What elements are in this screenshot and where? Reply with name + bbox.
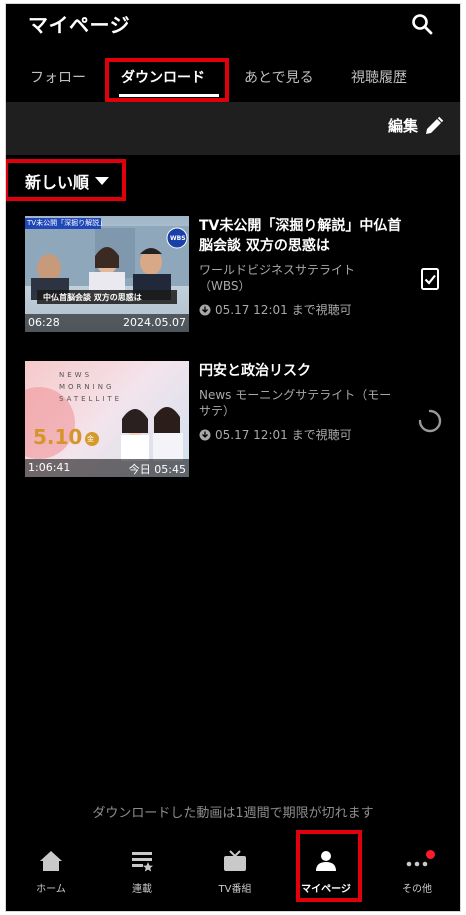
bottom-nav: ホーム 連載 TV番組 マイページ その他 bbox=[6, 840, 460, 911]
notification-badge bbox=[426, 850, 435, 859]
thumbnail-info-bar: 1:06:41 今日 05:45 bbox=[25, 459, 189, 477]
nav-mypage[interactable]: マイページ bbox=[286, 850, 366, 895]
video-thumbnail: TV未公開「深掘り解説」 WBS 中仏首脳会談 双方の思惑は 06:28 202… bbox=[25, 216, 189, 332]
video-duration: 1:06:41 bbox=[28, 461, 71, 474]
app-screen: マイページ フォロー ダウンロード あとで見る 視聴履歴 編集 新しい順 TV未… bbox=[5, 3, 461, 912]
thumbnail-info-bar: 06:28 2024.05.07 bbox=[25, 314, 189, 332]
tv-icon bbox=[224, 850, 246, 871]
video-thumbnail: NEWS MORNING SATELLITE 5.10 金 1:06:41 今日… bbox=[25, 361, 189, 477]
tab-history[interactable]: 視聴履歴 bbox=[351, 67, 407, 87]
expiry-info: 05.17 12:01 まで視聴可 bbox=[199, 426, 352, 443]
person-icon bbox=[316, 851, 336, 871]
nav-label: その他 bbox=[402, 884, 432, 895]
channel-name: ワールドビジネスサテライト（WBS） bbox=[199, 263, 356, 293]
thumbnail-news-line: SATELLITE bbox=[59, 395, 123, 403]
video-title: TV未公開「深掘り解説」中仏首脳会談 双方の思惑は bbox=[199, 218, 402, 254]
thumbnail-caption: 中仏首脳会談 双方の思惑は bbox=[43, 293, 142, 302]
tab-bar: フォロー ダウンロード あとで見る 視聴履歴 bbox=[6, 58, 460, 102]
channel-name: News モーニングサテライト（モーサテ） bbox=[199, 388, 392, 418]
thumbnail-news-line: NEWS bbox=[59, 371, 93, 379]
header: マイページ bbox=[6, 4, 460, 44]
caret-down-icon bbox=[95, 177, 110, 185]
active-tab-indicator bbox=[119, 94, 219, 97]
nav-label: TV番組 bbox=[218, 884, 252, 895]
pencil-icon bbox=[426, 116, 444, 134]
nav-tv[interactable]: TV番組 bbox=[195, 850, 275, 895]
download-item[interactable]: NEWS MORNING SATELLITE 5.10 金 1:06:41 今日… bbox=[25, 361, 445, 479]
search-icon[interactable] bbox=[410, 12, 434, 36]
downloaded-check-icon[interactable] bbox=[421, 268, 439, 290]
nav-home[interactable]: ホーム bbox=[11, 850, 91, 895]
nav-more[interactable]: その他 bbox=[377, 850, 457, 895]
download-arrow-icon bbox=[199, 304, 211, 315]
expiry-notice: ダウンロードした動画は1週間で期限が切れます bbox=[92, 806, 374, 821]
nav-label: ホーム bbox=[36, 884, 66, 895]
edit-bar: 編集 bbox=[6, 102, 460, 155]
download-arrow-icon bbox=[199, 429, 211, 440]
thumbnail-date: 5.10 bbox=[33, 425, 83, 449]
download-item[interactable]: TV未公開「深掘り解説」 WBS 中仏首脳会談 双方の思惑は 06:28 202… bbox=[25, 216, 445, 334]
home-icon bbox=[40, 851, 62, 871]
loading-spinner-icon[interactable] bbox=[418, 409, 442, 433]
tab-follow[interactable]: フォロー bbox=[30, 67, 86, 87]
video-date: 今日 05:45 bbox=[128, 463, 186, 476]
video-date: 2024.05.07 bbox=[123, 316, 186, 329]
video-duration: 06:28 bbox=[28, 316, 60, 329]
thumbnail-logo: WBS bbox=[170, 235, 186, 242]
tab-watch-later[interactable]: あとで見る bbox=[244, 67, 314, 87]
expiry-label: 05.17 12:01 まで視聴可 bbox=[215, 428, 352, 442]
page-title: マイページ bbox=[28, 13, 131, 37]
series-icon bbox=[132, 852, 153, 872]
edit-label: 編集 bbox=[387, 117, 418, 135]
thumbnail-banner: TV未公開「深掘り解説」 bbox=[27, 219, 107, 227]
nav-series[interactable]: 連載 bbox=[102, 850, 182, 895]
thumbnail-weekday: 金 bbox=[87, 435, 94, 443]
sort-label: 新しい順 bbox=[25, 173, 90, 192]
sort-dropdown[interactable]: 新しい順 bbox=[25, 169, 110, 193]
tab-download[interactable]: ダウンロード bbox=[121, 67, 205, 87]
edit-button[interactable]: 編集 bbox=[388, 115, 444, 136]
expiry-info: 05.17 12:01 まで視聴可 bbox=[199, 301, 352, 318]
thumbnail-news-line: MORNING bbox=[59, 383, 115, 391]
expiry-label: 05.17 12:01 まで視聴可 bbox=[215, 303, 352, 317]
video-title: 円安と政治リスク bbox=[199, 363, 311, 379]
nav-label: マイページ bbox=[301, 884, 351, 895]
nav-label: 連載 bbox=[132, 884, 152, 895]
